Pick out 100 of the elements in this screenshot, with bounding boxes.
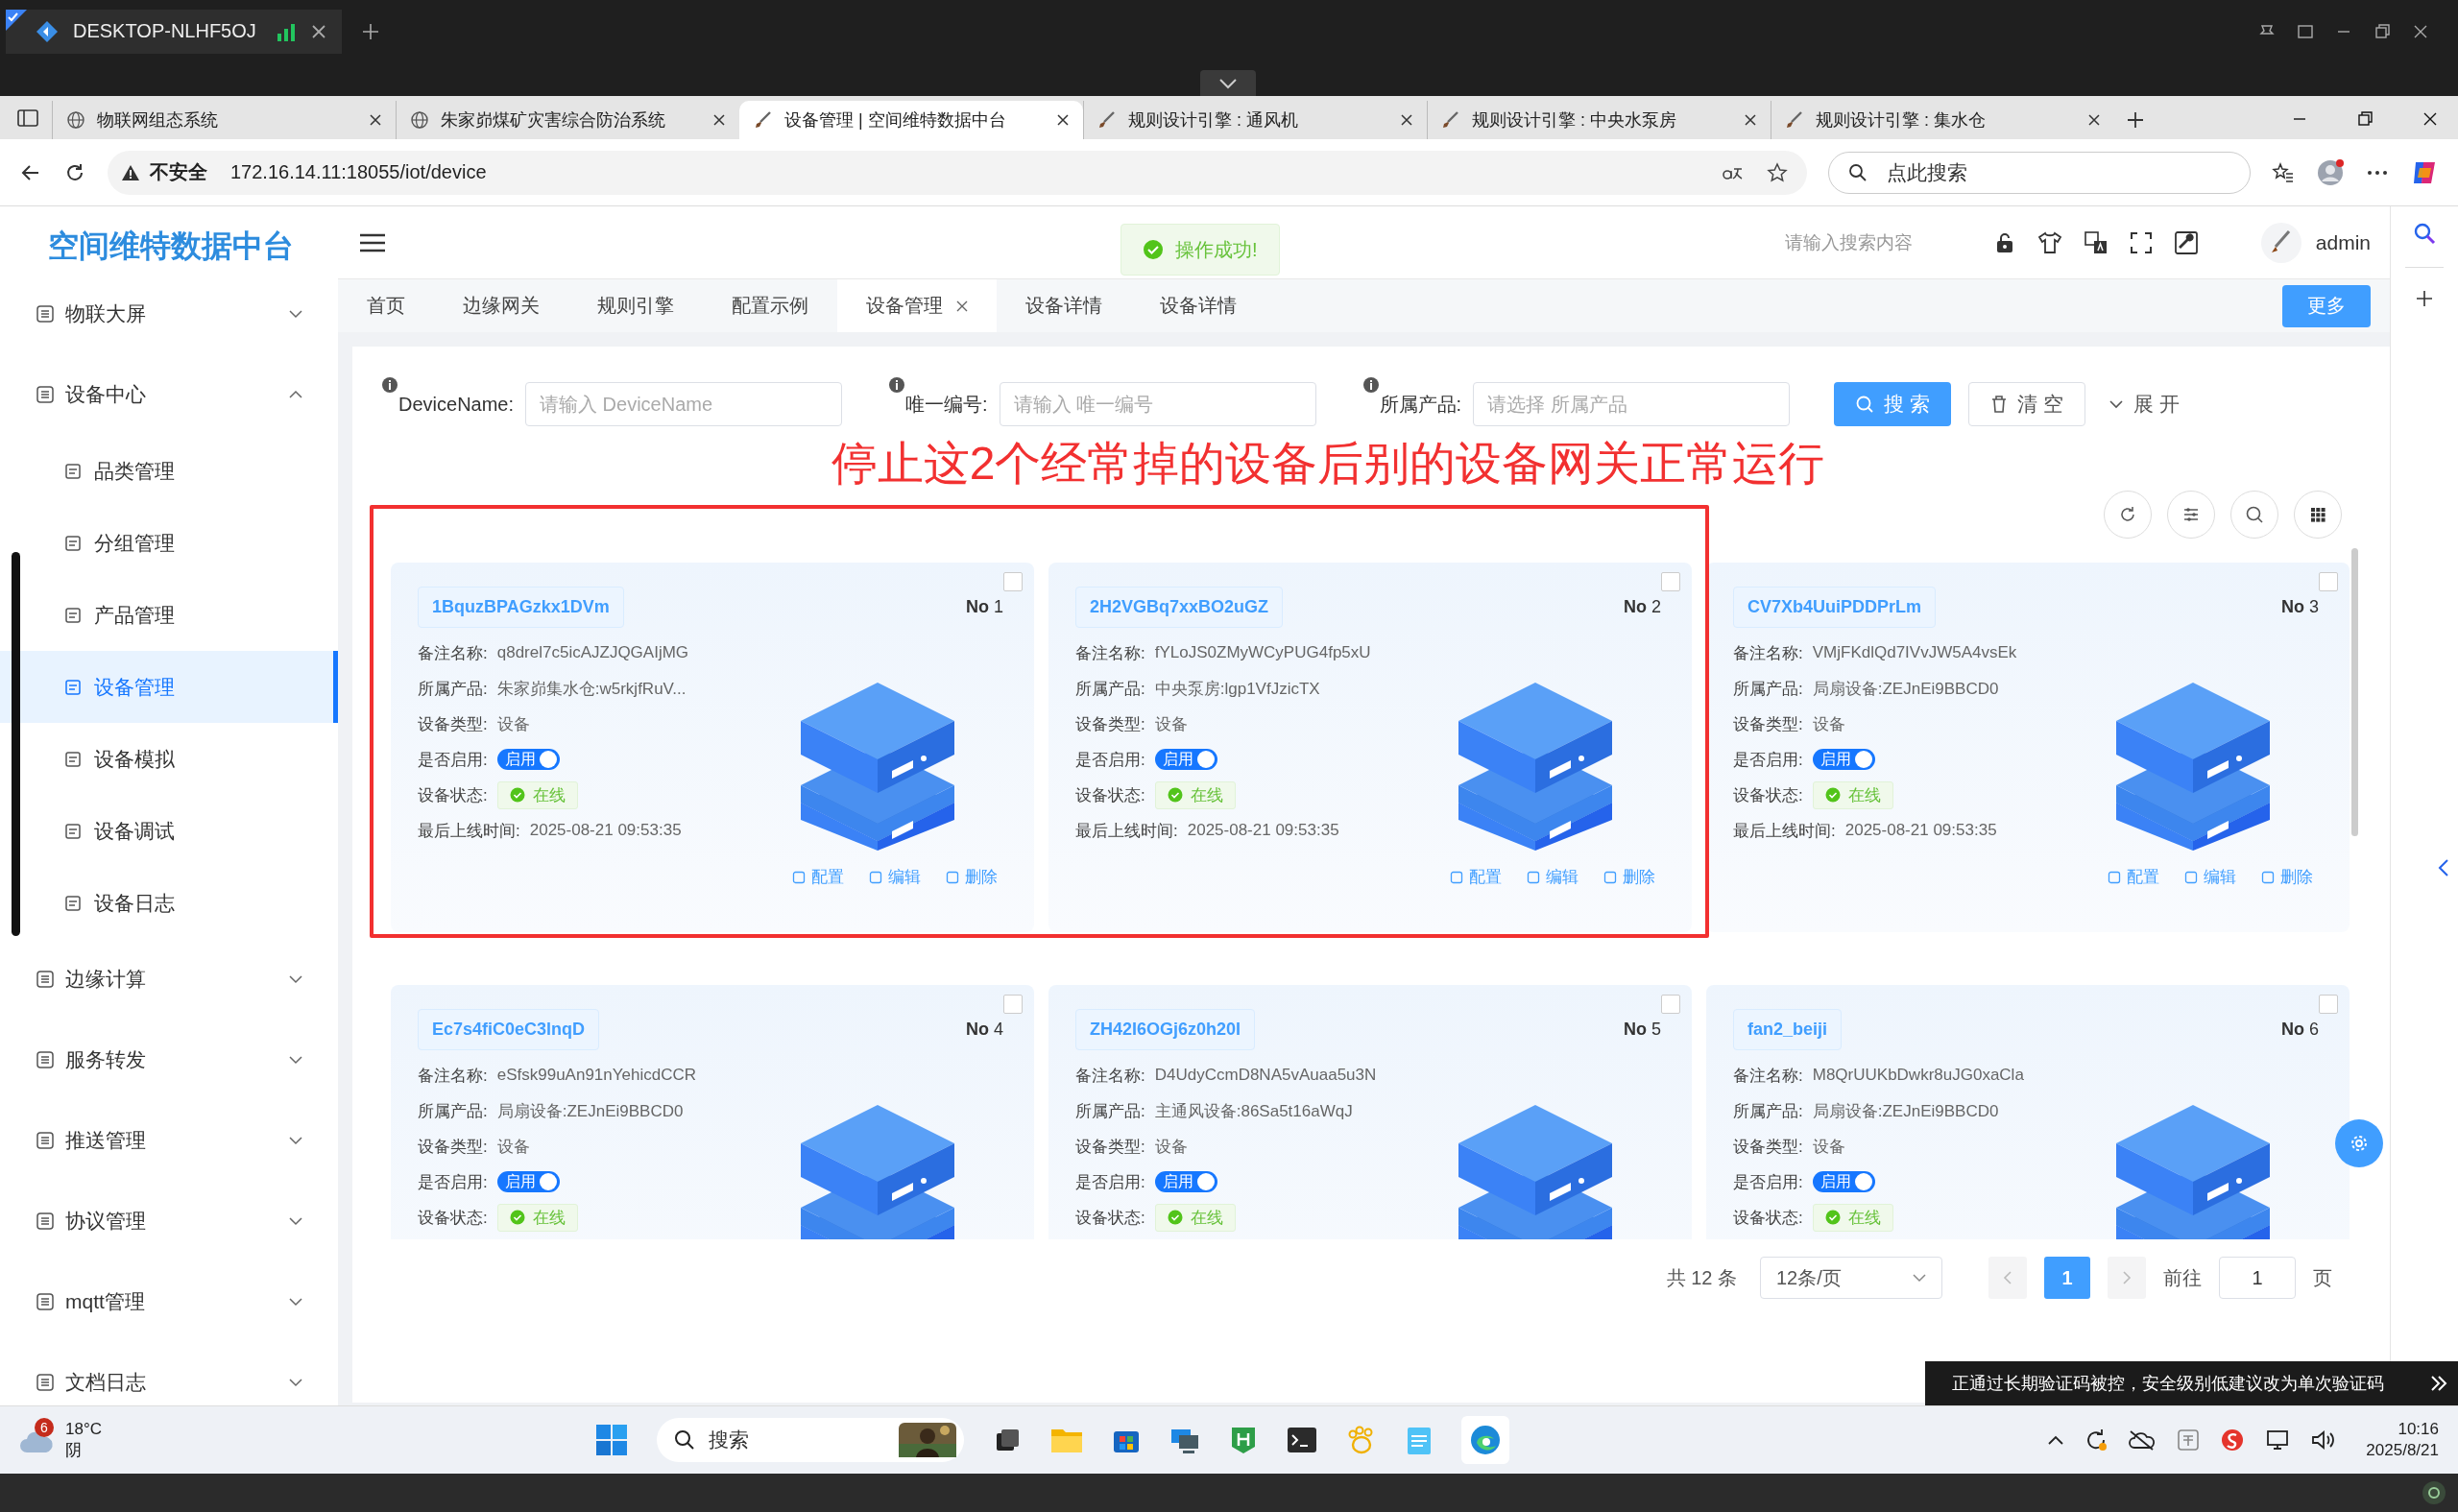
submenu-item[interactable]: 品类管理 [0, 435, 338, 507]
windows-start-icon[interactable] [595, 1424, 628, 1456]
avatar-icon[interactable] [2259, 221, 2302, 264]
tab-actions-icon[interactable] [17, 108, 38, 128]
checkbox[interactable] [1003, 995, 1023, 1014]
taskbar-app[interactable] [1461, 1416, 1509, 1464]
profile-avatar-icon[interactable] [2316, 157, 2345, 187]
cloud-icon[interactable] [2128, 1428, 2157, 1452]
page-tab[interactable]: 规则引擎 [568, 279, 703, 332]
filter-input[interactable]: 请输入 DeviceName [525, 382, 843, 426]
star-icon[interactable] [1767, 161, 1788, 183]
close-icon[interactable] [311, 23, 326, 39]
expand-link[interactable]: 展 开 [2102, 390, 2185, 419]
more-icon[interactable] [2366, 168, 2389, 177]
user-name[interactable]: admin [2315, 230, 2371, 254]
toggle-switch[interactable]: 启用 [1154, 1171, 1217, 1192]
goto-label: 前往 [2163, 1265, 2202, 1290]
close-icon[interactable] [369, 113, 382, 127]
add-icon[interactable] [2415, 289, 2434, 308]
submenu-item[interactable]: 设备管理 [0, 651, 338, 723]
toggle-switch[interactable]: 启用 [1812, 1171, 1875, 1192]
page-tab[interactable]: 设备管理 [837, 279, 997, 332]
double-chevron-icon[interactable] [2429, 1375, 2448, 1392]
toggle-switch[interactable]: 启用 [496, 1171, 560, 1192]
checkbox[interactable] [2319, 995, 2338, 1014]
submenu-item[interactable]: 设备调试 [0, 795, 338, 867]
taskbar-search-field[interactable]: 搜索 [657, 1418, 964, 1462]
menu-item[interactable]: 协议管理 [0, 1181, 338, 1261]
menu-item[interactable]: 边缘计算 [0, 939, 338, 1020]
field-label: 是否启用: [1075, 1171, 1145, 1193]
info-icon [888, 376, 906, 394]
window-mode-icon[interactable] [2297, 22, 2314, 40]
checkbox[interactable] [1661, 995, 1680, 1014]
submenu-item[interactable]: 分组管理 [0, 507, 338, 579]
tray-settings-icon[interactable] [2422, 1480, 2446, 1505]
toggle-switch[interactable]: 启用 [1154, 749, 1217, 770]
menu-item[interactable]: mqtt管理 [0, 1261, 338, 1342]
scrollbar[interactable] [2351, 548, 2358, 836]
restore-icon[interactable] [2374, 22, 2391, 40]
page-size-select[interactable]: 12条/页 [1760, 1257, 1942, 1299]
submenu-icon [63, 749, 83, 769]
status-text: 在线 [1847, 784, 1881, 806]
close-icon[interactable] [2422, 110, 2439, 128]
menu-item[interactable]: 文档日志 [0, 1342, 338, 1405]
toggle-switch[interactable]: 启用 [1812, 749, 1875, 770]
sliders-icon [2181, 505, 2201, 524]
goto-page-input[interactable]: 1 [2219, 1257, 2296, 1299]
filter-input[interactable]: 请输入 唯一编号 [999, 382, 1316, 426]
chevron-left-icon[interactable] [2438, 857, 2449, 877]
terminal-icon[interactable] [1287, 1427, 1317, 1453]
close-icon[interactable] [2087, 113, 2101, 127]
grid-view-button[interactable] [2294, 491, 2342, 539]
translate-icon[interactable] [2083, 229, 2109, 255]
page-tab[interactable]: 边缘网关 [434, 279, 568, 332]
input-method-icon[interactable] [2176, 1428, 2202, 1452]
shirt-icon[interactable] [2036, 230, 2062, 254]
url-text: 172.16.14.11:18055/iot/device [230, 161, 487, 183]
settings-button[interactable] [2335, 1119, 2383, 1167]
signal-bars-icon [277, 21, 298, 41]
chevron-up-icon[interactable] [2047, 1434, 2065, 1446]
menu-item[interactable]: 物联大屏 [0, 274, 338, 354]
toggle-switch[interactable]: 启用 [496, 749, 560, 770]
scrollbar[interactable] [12, 552, 20, 936]
refresh-button[interactable] [2104, 491, 2152, 539]
menu-item[interactable]: 服务转发 [0, 1020, 338, 1100]
submenu-item[interactable]: 设备模拟 [0, 723, 338, 795]
hbuilder-icon[interactable] [1229, 1426, 1258, 1454]
menu-icon[interactable] [359, 231, 386, 253]
annotation-text: 停止这2个经常掉的设备后别的设备网关正常运行 [831, 437, 1825, 491]
clear-button[interactable]: 清 空 [1968, 382, 2085, 426]
sogou-icon[interactable] [2220, 1428, 2246, 1452]
close-icon[interactable] [1056, 113, 1070, 127]
checkbox[interactable] [1003, 572, 1023, 591]
add-icon[interactable] [361, 21, 380, 41]
filter-input[interactable]: 请选择 所属产品 [1473, 382, 1791, 426]
restore-icon[interactable] [2356, 110, 2374, 128]
menu-item[interactable]: 推送管理 [0, 1100, 338, 1181]
new-tab-icon[interactable] [2126, 110, 2145, 130]
page-tab[interactable]: 设备详情 [997, 279, 1131, 332]
close-icon[interactable] [1744, 113, 1757, 127]
menu-item[interactable]: 设备中心 [0, 354, 338, 435]
page-tab[interactable]: 配置示例 [703, 279, 837, 332]
remote-session-tab[interactable]: DESKTOP-NLHF5OJ [6, 9, 342, 54]
browser-tab[interactable]: 设备管理 | 空间维特数据中台 [739, 101, 1083, 139]
close-icon[interactable] [1400, 113, 1413, 127]
check-circle-icon [1824, 787, 1841, 803]
collapse-handle[interactable] [1200, 70, 1256, 96]
search-icon[interactable] [2412, 221, 2437, 246]
page-tab[interactable]: 首页 [338, 279, 434, 332]
submenu-item[interactable]: 设备日志 [0, 867, 338, 939]
page-tab[interactable]: 设备详情 [1131, 279, 1265, 332]
filter-settings-button[interactable] [2167, 491, 2215, 539]
address-field[interactable]: 不安全 172.16.14.11:18055/iot/device [108, 150, 1807, 195]
favorites-icon[interactable] [2272, 161, 2295, 183]
fullscreen-icon[interactable] [2129, 230, 2153, 254]
close-icon[interactable] [712, 113, 726, 127]
submenu-item[interactable]: 产品管理 [0, 579, 338, 651]
search-button[interactable] [2230, 491, 2278, 539]
checkbox[interactable] [2319, 572, 2338, 591]
checkbox[interactable] [1661, 572, 1680, 591]
